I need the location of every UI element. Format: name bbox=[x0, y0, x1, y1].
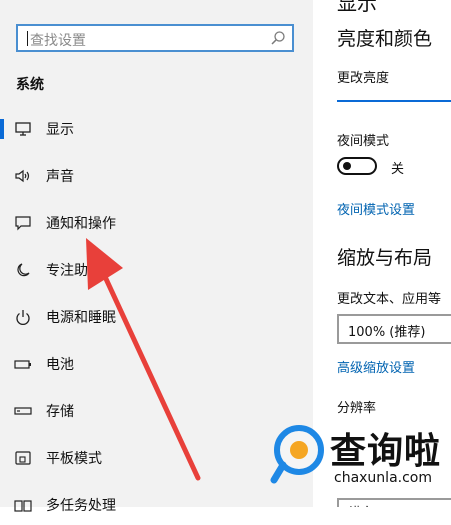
scale-heading: 缩放与布局 bbox=[337, 247, 433, 269]
night-mode-settings-link[interactable]: 夜间模式设置 bbox=[337, 199, 415, 218]
scale-dropdown[interactable]: 100% (推荐) bbox=[337, 314, 451, 344]
sidebar-item-label: 多任务处理 bbox=[46, 498, 116, 514]
tablet-icon bbox=[15, 451, 31, 465]
active-indicator bbox=[0, 119, 4, 139]
sidebar-item-power-sleep[interactable]: 电源和睡眠 bbox=[0, 297, 313, 337]
sidebar-item-storage[interactable]: 存储 bbox=[0, 391, 313, 431]
search-placeholder: 查找设置 bbox=[30, 33, 86, 49]
sidebar-item-label: 专注助手 bbox=[46, 263, 102, 279]
sidebar-item-display[interactable]: 显示 bbox=[0, 109, 313, 149]
scale-label: 更改文本、应用等 bbox=[337, 292, 442, 307]
monitor-icon bbox=[15, 122, 31, 136]
night-mode-toggle[interactable] bbox=[337, 157, 377, 175]
advanced-scale-link[interactable]: 高级缩放设置 bbox=[337, 357, 415, 376]
search-icon[interactable] bbox=[270, 30, 286, 46]
sidebar-item-sound[interactable]: 声音 bbox=[0, 156, 313, 196]
resolution-label: 分辨率 bbox=[337, 401, 377, 416]
search-input[interactable]: 查找设置 bbox=[16, 24, 294, 52]
notification-icon bbox=[15, 216, 31, 231]
sidebar-item-label: 电源和睡眠 bbox=[46, 310, 116, 326]
night-mode-label: 夜间模式 bbox=[337, 134, 390, 149]
sidebar-item-label: 平板模式 bbox=[46, 451, 102, 467]
sidebar-item-label: 通知和操作 bbox=[46, 216, 116, 232]
sidebar-item-label: 电池 bbox=[46, 357, 74, 373]
scale-value: 100% (推荐) bbox=[348, 325, 426, 340]
sidebar-item-label: 存储 bbox=[46, 404, 74, 420]
text-caret bbox=[27, 31, 28, 46]
section-title: 系统 bbox=[16, 77, 44, 93]
settings-sidebar: 查找设置 系统 显示 声音 通知和操作 专注助手 电源和睡眠 电池 存储 平板模… bbox=[0, 0, 313, 514]
sidebar-item-multitasking[interactable]: 多任务处理 bbox=[0, 485, 313, 525]
speaker-icon bbox=[15, 169, 30, 183]
watermark-text: 查询啦 bbox=[330, 431, 442, 472]
battery-icon bbox=[14, 360, 31, 369]
page-title: 显示 bbox=[337, 0, 377, 15]
sidebar-item-focus-assist[interactable]: 专注助手 bbox=[0, 250, 313, 290]
brightness-label: 更改亮度 bbox=[337, 71, 390, 86]
watermark-magnifier-icon bbox=[270, 425, 324, 484]
watermark-url: chaxunla.com bbox=[334, 470, 432, 486]
sidebar-item-label: 声音 bbox=[46, 169, 74, 185]
storage-icon bbox=[14, 407, 32, 415]
toggle-knob bbox=[343, 162, 351, 170]
watermark-logo: 查询啦 chaxunla.com bbox=[268, 420, 451, 507]
sidebar-item-notifications[interactable]: 通知和操作 bbox=[0, 203, 313, 243]
moon-icon bbox=[17, 263, 30, 277]
sidebar-item-battery[interactable]: 电池 bbox=[0, 344, 313, 384]
sidebar-item-label: 显示 bbox=[46, 122, 74, 138]
sidebar-item-tablet-mode[interactable]: 平板模式 bbox=[0, 438, 313, 478]
power-icon bbox=[16, 310, 30, 325]
night-mode-state: 关 bbox=[391, 162, 405, 177]
brightness-heading: 亮度和颜色 bbox=[337, 28, 433, 50]
brightness-slider-track[interactable] bbox=[337, 100, 451, 102]
multitask-icon bbox=[14, 500, 32, 512]
